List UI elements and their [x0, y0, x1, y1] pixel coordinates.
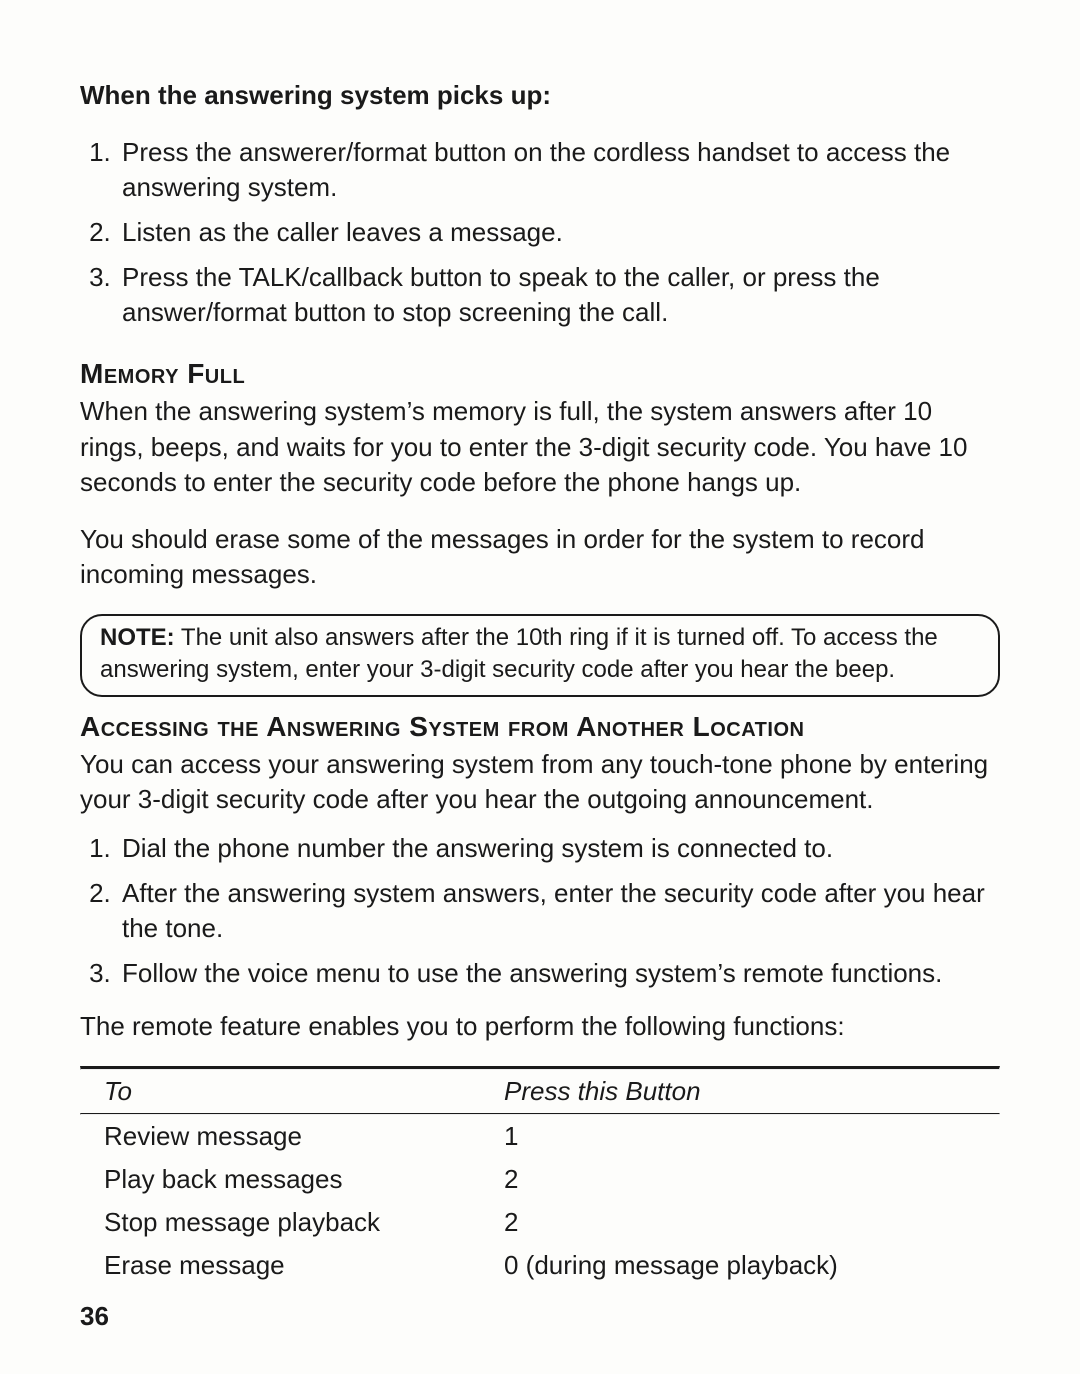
memory-full-heading: Memory Full	[80, 358, 1000, 390]
pickup-steps-list: Press the answerer/format button on the …	[80, 135, 1000, 330]
note-text: The unit also answers after the 10th rin…	[100, 624, 938, 683]
table-cell-to: Erase message	[104, 1250, 504, 1281]
memory-full-paragraph-2: You should erase some of the messages in…	[80, 522, 1000, 592]
table-cell-to: Stop message playback	[104, 1207, 504, 1238]
list-item: Listen as the caller leaves a message.	[118, 215, 1000, 250]
table-cell-btn: 2	[504, 1207, 1000, 1238]
table-cell-to: Review message	[104, 1121, 504, 1152]
remote-access-paragraph-1: You can access your answering system fro…	[80, 747, 1000, 817]
memory-full-paragraph-1: When the answering system’s memory is fu…	[80, 394, 1000, 499]
list-item: Press the answerer/format button on the …	[118, 135, 1000, 205]
note-label: NOTE:	[100, 624, 175, 651]
table-cell-to: Play back messages	[104, 1164, 504, 1195]
list-item: After the answering system answers, ente…	[118, 876, 1000, 946]
manual-page: When the answering system picks up: Pres…	[0, 0, 1080, 1374]
table-cell-btn: 0 (during message playback)	[504, 1250, 1000, 1281]
list-item: Press the TALK/callback button to speak …	[118, 260, 1000, 330]
remote-feature-intro: The remote feature enables you to perfor…	[80, 1009, 1000, 1044]
list-item: Dial the phone number the answering syst…	[118, 831, 1000, 866]
table-row: Stop message playback 2	[80, 1201, 1000, 1244]
intro-heading: When the answering system picks up:	[80, 80, 1000, 111]
remote-access-heading: Accessing the Answering System from Anot…	[80, 711, 1000, 743]
table-cell-btn: 1	[504, 1121, 1000, 1152]
remote-functions-table: To Press this Button Review message 1 Pl…	[80, 1066, 1000, 1287]
table-header-to: To	[104, 1076, 504, 1107]
table-header-row: To Press this Button	[80, 1070, 1000, 1113]
list-item: Follow the voice menu to use the answeri…	[118, 956, 1000, 991]
table-header-btn: Press this Button	[504, 1076, 1000, 1107]
table-row: Erase message 0 (during message playback…	[80, 1244, 1000, 1287]
table-cell-btn: 2	[504, 1164, 1000, 1195]
page-number: 36	[80, 1301, 109, 1332]
table-row: Review message 1	[80, 1115, 1000, 1158]
table-row: Play back messages 2	[80, 1158, 1000, 1201]
note-box: NOTE: The unit also answers after the 10…	[80, 614, 1000, 697]
remote-steps-list: Dial the phone number the answering syst…	[80, 831, 1000, 991]
